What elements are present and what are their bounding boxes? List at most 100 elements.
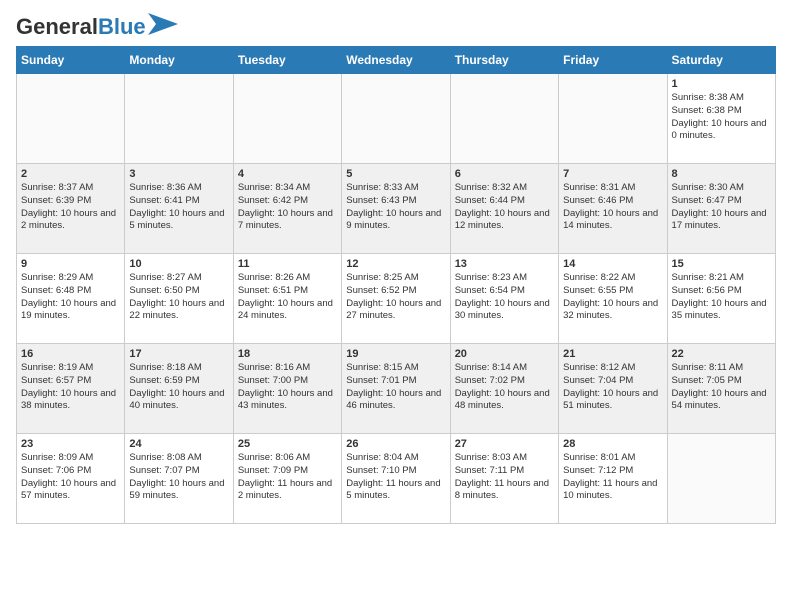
day-number: 26 [346, 438, 445, 450]
day-number: 25 [238, 438, 337, 450]
logo-text: GeneralBlue [16, 16, 146, 38]
day-info: Sunrise: 8:08 AM Sunset: 7:07 PM Dayligh… [129, 452, 228, 503]
day-cell: 15 Sunrise: 8:21 AM Sunset: 6:56 PM Dayli… [667, 254, 775, 344]
day-cell [233, 74, 341, 164]
day-cell: 25 Sunrise: 8:06 AM Sunset: 7:09 PM Dayli… [233, 434, 341, 524]
day-number: 7 [563, 168, 662, 180]
day-info: Sunrise: 8:09 AM Sunset: 7:06 PM Dayligh… [21, 452, 120, 503]
day-cell: 28 Sunrise: 8:01 AM Sunset: 7:12 PM Dayli… [559, 434, 667, 524]
week-row-3: 9 Sunrise: 8:29 AM Sunset: 6:48 PM Daylig… [17, 254, 776, 344]
day-cell: 16 Sunrise: 8:19 AM Sunset: 6:57 PM Dayli… [17, 344, 125, 434]
day-info: Sunrise: 8:18 AM Sunset: 6:59 PM Dayligh… [129, 362, 228, 413]
day-cell [17, 74, 125, 164]
day-info: Sunrise: 8:19 AM Sunset: 6:57 PM Dayligh… [21, 362, 120, 413]
day-cell [342, 74, 450, 164]
day-cell [559, 74, 667, 164]
day-info: Sunrise: 8:34 AM Sunset: 6:42 PM Dayligh… [238, 182, 337, 233]
day-cell: 14 Sunrise: 8:22 AM Sunset: 6:55 PM Dayli… [559, 254, 667, 344]
day-number: 11 [238, 258, 337, 270]
calendar-table: SundayMondayTuesdayWednesdayThursdayFrid… [16, 46, 776, 524]
day-cell: 21 Sunrise: 8:12 AM Sunset: 7:04 PM Dayli… [559, 344, 667, 434]
day-number: 24 [129, 438, 228, 450]
day-number: 13 [455, 258, 554, 270]
day-info: Sunrise: 8:32 AM Sunset: 6:44 PM Dayligh… [455, 182, 554, 233]
day-info: Sunrise: 8:11 AM Sunset: 7:05 PM Dayligh… [672, 362, 771, 413]
day-number: 19 [346, 348, 445, 360]
day-cell: 13 Sunrise: 8:23 AM Sunset: 6:54 PM Dayli… [450, 254, 558, 344]
day-cell: 20Sunrise: 8:14 AM Sunset: 7:02 PM Dayli… [450, 344, 558, 434]
day-number: 10 [129, 258, 228, 270]
day-info: Sunrise: 8:14 AM Sunset: 7:02 PM Dayligh… [455, 362, 554, 413]
day-number: 23 [21, 438, 120, 450]
day-header-sunday: Sunday [17, 47, 125, 74]
day-header-thursday: Thursday [450, 47, 558, 74]
day-cell: 23 Sunrise: 8:09 AM Sunset: 7:06 PM Dayli… [17, 434, 125, 524]
day-cell: 26 Sunrise: 8:04 AM Sunset: 7:10 PM Dayli… [342, 434, 450, 524]
day-info: Sunrise: 8:26 AM Sunset: 6:51 PM Dayligh… [238, 272, 337, 323]
day-cell: 19 Sunrise: 8:15 AM Sunset: 7:01 PM Dayli… [342, 344, 450, 434]
day-info: Sunrise: 8:33 AM Sunset: 6:43 PM Dayligh… [346, 182, 445, 233]
day-info: Sunrise: 8:03 AM Sunset: 7:11 PM Dayligh… [455, 452, 554, 503]
day-number: 4 [238, 168, 337, 180]
day-cell: 11 Sunrise: 8:26 AM Sunset: 6:51 PM Dayli… [233, 254, 341, 344]
week-row-5: 23 Sunrise: 8:09 AM Sunset: 7:06 PM Dayli… [17, 434, 776, 524]
day-number: 21 [563, 348, 662, 360]
day-info: Sunrise: 8:38 AM Sunset: 6:38 PM Dayligh… [672, 92, 771, 143]
day-cell: 2 Sunrise: 8:37 AM Sunset: 6:39 PM Daylig… [17, 164, 125, 254]
day-cell: 12Sunrise: 8:25 AM Sunset: 6:52 PM Dayli… [342, 254, 450, 344]
day-info: Sunrise: 8:01 AM Sunset: 7:12 PM Dayligh… [563, 452, 662, 503]
day-info: Sunrise: 8:37 AM Sunset: 6:39 PM Dayligh… [21, 182, 120, 233]
day-info: Sunrise: 8:22 AM Sunset: 6:55 PM Dayligh… [563, 272, 662, 323]
day-cell: 18 Sunrise: 8:16 AM Sunset: 7:00 PM Dayli… [233, 344, 341, 434]
header: GeneralBlue [16, 16, 776, 38]
day-cell: 1 Sunrise: 8:38 AM Sunset: 6:38 PM Daylig… [667, 74, 775, 164]
week-row-2: 2 Sunrise: 8:37 AM Sunset: 6:39 PM Daylig… [17, 164, 776, 254]
day-cell: 7 Sunrise: 8:31 AM Sunset: 6:46 PM Daylig… [559, 164, 667, 254]
day-headers: SundayMondayTuesdayWednesdayThursdayFrid… [17, 47, 776, 74]
day-info: Sunrise: 8:06 AM Sunset: 7:09 PM Dayligh… [238, 452, 337, 503]
day-cell: 22 Sunrise: 8:11 AM Sunset: 7:05 PM Dayli… [667, 344, 775, 434]
day-info: Sunrise: 8:25 AM Sunset: 6:52 PM Dayligh… [346, 272, 445, 323]
day-cell [450, 74, 558, 164]
day-cell: 17Sunrise: 8:18 AM Sunset: 6:59 PM Dayli… [125, 344, 233, 434]
day-number: 1 [672, 78, 771, 90]
day-header-tuesday: Tuesday [233, 47, 341, 74]
day-number: 3 [129, 168, 228, 180]
day-number: 14 [563, 258, 662, 270]
day-number: 15 [672, 258, 771, 270]
day-info: Sunrise: 8:29 AM Sunset: 6:48 PM Dayligh… [21, 272, 120, 323]
week-row-4: 16 Sunrise: 8:19 AM Sunset: 6:57 PM Dayli… [17, 344, 776, 434]
day-number: 27 [455, 438, 554, 450]
day-number: 2 [21, 168, 120, 180]
day-header-friday: Friday [559, 47, 667, 74]
day-cell [667, 434, 775, 524]
day-cell: 27 Sunrise: 8:03 AM Sunset: 7:11 PM Dayli… [450, 434, 558, 524]
day-info: Sunrise: 8:21 AM Sunset: 6:56 PM Dayligh… [672, 272, 771, 323]
day-cell: 10Sunrise: 8:27 AM Sunset: 6:50 PM Dayli… [125, 254, 233, 344]
day-info: Sunrise: 8:12 AM Sunset: 7:04 PM Dayligh… [563, 362, 662, 413]
day-info: Sunrise: 8:04 AM Sunset: 7:10 PM Dayligh… [346, 452, 445, 503]
day-info: Sunrise: 8:23 AM Sunset: 6:54 PM Dayligh… [455, 272, 554, 323]
day-cell: 3Sunrise: 8:36 AM Sunset: 6:41 PM Daylig… [125, 164, 233, 254]
day-header-saturday: Saturday [667, 47, 775, 74]
day-cell: 4 Sunrise: 8:34 AM Sunset: 6:42 PM Daylig… [233, 164, 341, 254]
day-header-monday: Monday [125, 47, 233, 74]
day-cell [125, 74, 233, 164]
day-cell: 8Sunrise: 8:30 AM Sunset: 6:47 PM Daylig… [667, 164, 775, 254]
day-info: Sunrise: 8:16 AM Sunset: 7:00 PM Dayligh… [238, 362, 337, 413]
day-number: 6 [455, 168, 554, 180]
day-header-wednesday: Wednesday [342, 47, 450, 74]
day-info: Sunrise: 8:15 AM Sunset: 7:01 PM Dayligh… [346, 362, 445, 413]
week-row-1: 1 Sunrise: 8:38 AM Sunset: 6:38 PM Daylig… [17, 74, 776, 164]
logo-arrow-icon [148, 13, 178, 35]
day-number: 16 [21, 348, 120, 360]
day-number: 28 [563, 438, 662, 450]
day-number: 18 [238, 348, 337, 360]
day-number: 9 [21, 258, 120, 270]
day-number: 8 [672, 168, 771, 180]
day-info: Sunrise: 8:31 AM Sunset: 6:46 PM Dayligh… [563, 182, 662, 233]
day-cell: 9 Sunrise: 8:29 AM Sunset: 6:48 PM Daylig… [17, 254, 125, 344]
day-number: 5 [346, 168, 445, 180]
day-cell: 6 Sunrise: 8:32 AM Sunset: 6:44 PM Daylig… [450, 164, 558, 254]
day-number: 22 [672, 348, 771, 360]
